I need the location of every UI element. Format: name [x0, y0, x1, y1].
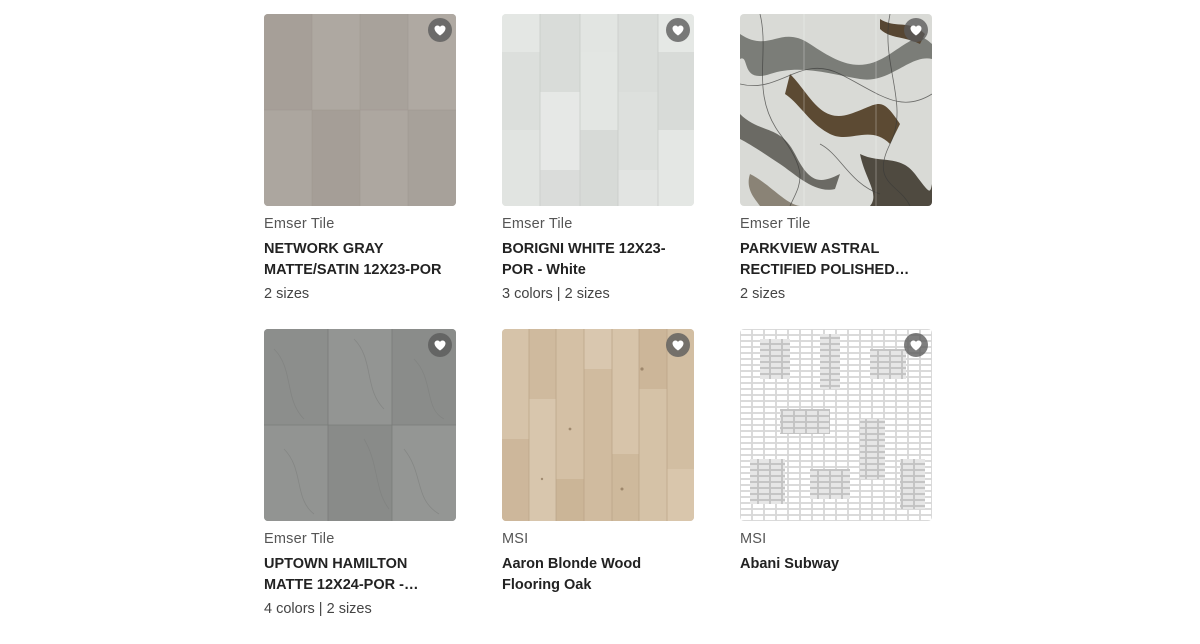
heart-icon: [910, 25, 922, 35]
product-brand: MSI: [502, 531, 529, 547]
product-name[interactable]: BORIGNI WHITE 12X23-POR - White: [502, 239, 694, 280]
favorite-button[interactable]: [904, 18, 928, 42]
product-image[interactable]: [740, 329, 932, 521]
product-name[interactable]: NETWORK GRAY MATTE/SATIN 12X23-POR: [264, 239, 456, 280]
product-name[interactable]: PARKVIEW ASTRAL RECTIFIED POLISHED 24X48…: [740, 239, 932, 280]
favorite-button[interactable]: [904, 333, 928, 357]
product-brand: Emser Tile: [264, 216, 335, 232]
heart-icon: [910, 340, 922, 350]
product-variants: 2 sizes: [264, 286, 310, 302]
product-image[interactable]: [502, 329, 694, 521]
favorite-button[interactable]: [428, 333, 452, 357]
product-image[interactable]: [502, 14, 694, 206]
product-card[interactable]: Emser Tile NETWORK GRAY MATTE/SATIN 12X2…: [264, 14, 456, 329]
product-name[interactable]: Aaron Blonde Wood Flooring Oak: [502, 554, 694, 595]
heart-icon: [434, 340, 446, 350]
product-image[interactable]: [264, 329, 456, 521]
product-card[interactable]: Emser Tile UPTOWN HAMILTON MATTE 12X24-P…: [264, 329, 456, 644]
favorite-button[interactable]: [666, 333, 690, 357]
heart-icon: [434, 25, 446, 35]
heart-icon: [672, 25, 684, 35]
heart-icon: [672, 340, 684, 350]
product-brand: MSI: [740, 531, 767, 547]
product-variants: 2 sizes: [740, 286, 786, 302]
product-brand: Emser Tile: [740, 216, 811, 232]
product-brand: Emser Tile: [264, 531, 335, 547]
product-variants: 4 colors | 2 sizes: [264, 601, 372, 617]
favorite-button[interactable]: [666, 18, 690, 42]
product-image[interactable]: [264, 14, 456, 206]
product-variants: 3 colors | 2 sizes: [502, 286, 610, 302]
product-card[interactable]: MSI Abani Subway: [740, 329, 932, 644]
product-brand: Emser Tile: [502, 216, 573, 232]
product-image[interactable]: [740, 14, 932, 206]
product-grid: Emser Tile NETWORK GRAY MATTE/SATIN 12X2…: [264, 14, 932, 644]
product-card[interactable]: Emser Tile BORIGNI WHITE 12X23-POR - Whi…: [502, 14, 694, 329]
favorite-button[interactable]: [428, 18, 452, 42]
product-name[interactable]: UPTOWN HAMILTON MATTE 12X24-POR - Hamilt…: [264, 554, 456, 595]
product-card[interactable]: MSI Aaron Blonde Wood Flooring Oak: [502, 329, 694, 644]
product-card[interactable]: Emser Tile PARKVIEW ASTRAL RECTIFIED POL…: [740, 14, 932, 329]
product-name[interactable]: Abani Subway: [740, 554, 932, 575]
